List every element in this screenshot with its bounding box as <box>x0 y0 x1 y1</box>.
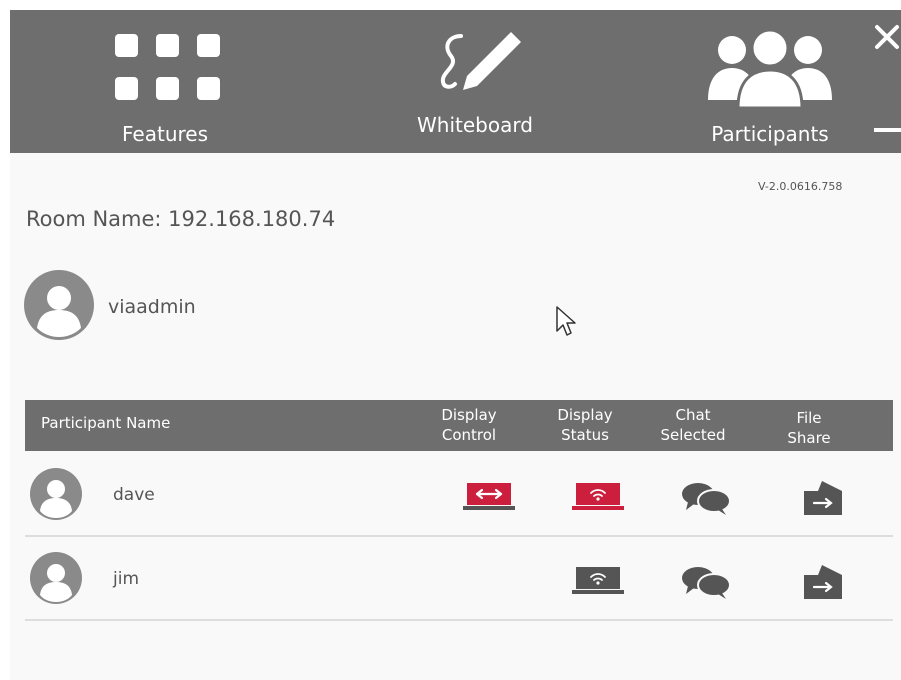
header-participant-name: Participant Name <box>41 414 171 432</box>
current-user-name: viaadmin <box>108 296 196 318</box>
version-label: V-2.0.0616.758 <box>758 180 843 193</box>
avatar <box>30 552 82 604</box>
header-chat-selected: Chat Selected <box>660 406 726 444</box>
display-status-icon[interactable] <box>572 565 624 595</box>
close-icon[interactable] <box>874 24 900 50</box>
header-display-status: Display Status <box>557 406 613 444</box>
chat-icon[interactable] <box>680 564 732 600</box>
whiteboard-label: Whiteboard <box>417 113 533 137</box>
file-share-icon[interactable] <box>802 479 844 517</box>
mouse-cursor-icon <box>556 306 576 336</box>
features-grid-icon <box>115 34 220 100</box>
features-tab[interactable]: Features <box>90 10 240 153</box>
header-file-share: File Share <box>787 409 831 447</box>
participants-tab[interactable]: Participants <box>690 10 850 153</box>
pen-icon <box>440 32 521 90</box>
features-label: Features <box>122 122 208 146</box>
display-status-icon[interactable] <box>572 481 624 511</box>
header-display-control: Display Control <box>441 406 497 444</box>
table-row[interactable]: jim <box>25 537 893 621</box>
minimize-icon[interactable] <box>874 126 901 134</box>
participant-name: jim <box>113 569 140 589</box>
display-control-icon[interactable] <box>463 481 515 511</box>
participants-table-header: Participant Name Display Control Display… <box>25 400 893 451</box>
top-toolbar: Features Whiteboard Participants <box>10 10 901 153</box>
current-user-avatar <box>24 270 94 340</box>
room-name: Room Name: 192.168.180.74 <box>26 207 336 231</box>
whiteboard-tab[interactable]: Whiteboard <box>395 10 555 153</box>
participants-icon <box>708 28 832 108</box>
participants-label: Participants <box>711 122 829 146</box>
table-row[interactable]: dave <box>25 453 893 537</box>
chat-icon[interactable] <box>680 480 732 516</box>
app-window: Features Whiteboard Participants V-2.0.0… <box>10 10 901 680</box>
avatar <box>30 468 82 520</box>
file-share-icon[interactable] <box>802 563 844 601</box>
participant-name: dave <box>113 485 155 505</box>
